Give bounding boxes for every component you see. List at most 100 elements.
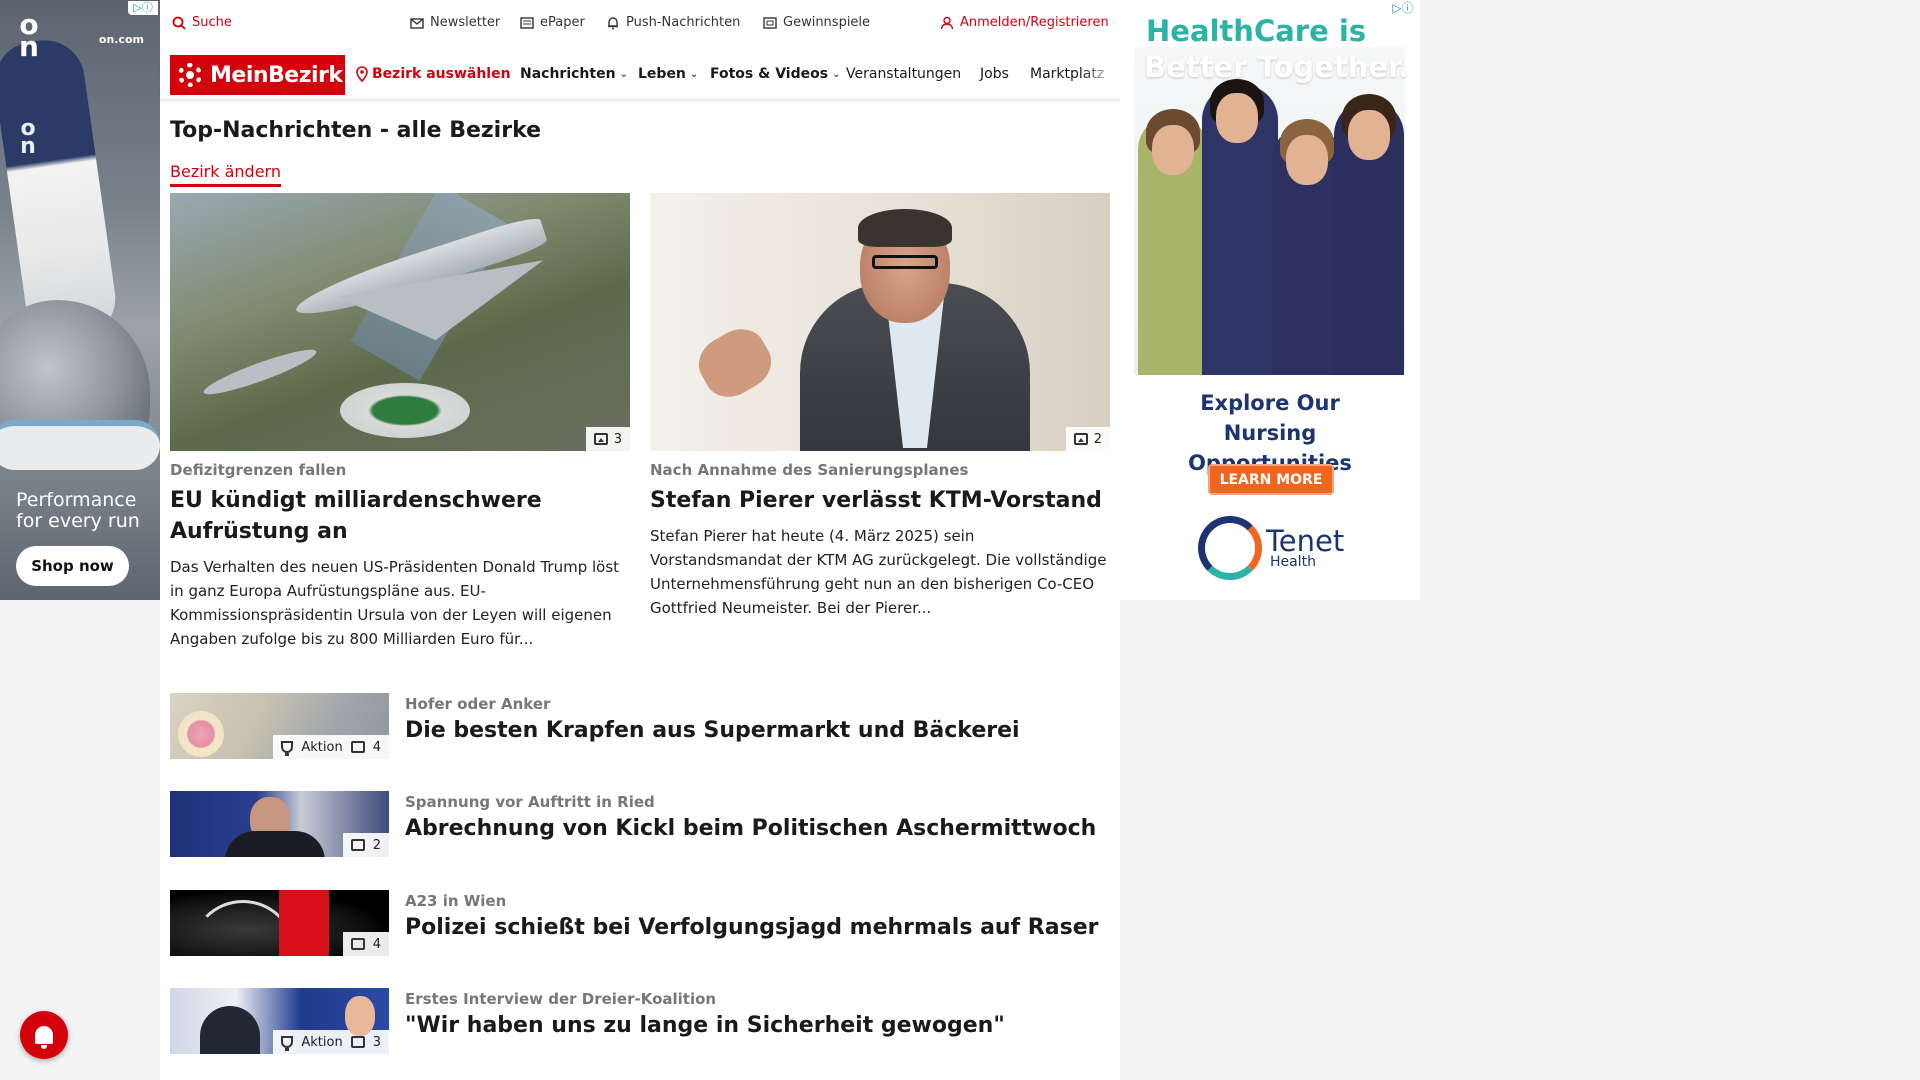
article-thumbnail[interactable]: 2 — [170, 791, 389, 857]
promo-badge: Aktion — [301, 739, 343, 755]
main-navigation: MeinBezirk Bezirk auswählen Nachrichten ⌄… — [160, 50, 1120, 100]
left-skyscraper-ad[interactable]: on on on.com ▷ⓘ Performance for every ru… — [0, 0, 160, 600]
main-content: Suche Newsletter ePaper Push-Nachrichten… — [160, 0, 1120, 1080]
gallery-icon — [350, 839, 365, 851]
list-article[interactable]: 2 Spannung vor Auftritt in Ried Abrechnu… — [170, 791, 1100, 857]
nurse-face — [1286, 135, 1328, 185]
contests-link[interactable]: Gewinnspiele — [763, 15, 870, 30]
nav-item-label: Jobs — [980, 66, 1009, 82]
article-image[interactable]: 3 — [170, 193, 630, 451]
list-article[interactable]: Aktion 3 Erstes Interview der Dreier-Koa… — [170, 988, 1100, 1054]
image-detail — [200, 343, 320, 401]
ad-choices-icon[interactable]: ▷ⓘ — [128, 1, 158, 15]
image-detail — [340, 383, 470, 438]
article-teaser: Stefan Pierer hat heute (4. März 2025) s… — [650, 527, 1107, 617]
tenet-brand-sub: Health — [1270, 554, 1316, 570]
nurse-face — [1216, 93, 1258, 143]
article-kicker: Nach Annahme des Sanierungsplanes — [650, 461, 969, 479]
ad-tagline: Performance for every run — [16, 489, 140, 532]
epaper-link[interactable]: ePaper — [520, 15, 585, 30]
article-thumbnail[interactable]: 4 — [170, 890, 389, 956]
article-title[interactable]: Die besten Krapfen aus Supermarkt und Bä… — [405, 718, 1020, 743]
nurse-figure — [1272, 119, 1342, 375]
nav-item-label: Nachrichten — [520, 66, 616, 82]
gallery-icon — [1073, 433, 1088, 445]
trophy-icon — [281, 1036, 294, 1051]
search-label: Suche — [192, 15, 232, 30]
image-count: 3 — [372, 1034, 381, 1050]
thumbnail-badges: 2 — [342, 833, 389, 857]
notification-bell-button[interactable] — [20, 1011, 68, 1059]
bell-icon — [35, 1026, 53, 1049]
article-headline[interactable]: EU kündigt milliardenschwere Aufrüstung … — [170, 485, 630, 547]
on-logo-icon: on — [19, 8, 39, 63]
article-kicker: Spannung vor Auftritt in Ried — [405, 793, 655, 811]
image-count: 2 — [1093, 431, 1102, 447]
bell-icon — [608, 16, 618, 29]
envelope-icon — [410, 17, 424, 29]
epaper-label: ePaper — [540, 15, 585, 30]
featured-article[interactable]: 3 Defizitgrenzen fallen EU kündigt milli… — [170, 193, 630, 651]
article-teaser: Das Verhalten des neuen US-Präsidenten D… — [170, 558, 620, 648]
image-detail — [872, 255, 938, 269]
nurse-figure — [1202, 79, 1278, 375]
select-district-button[interactable]: Bezirk auswählen — [356, 66, 511, 82]
article-kicker: Erstes Interview der Dreier-Koalition — [405, 990, 717, 1008]
right-rectangle-ad[interactable]: ▷ⓘ HealthCare is Better Together. Explor… — [1120, 0, 1420, 600]
ad-shoe-sole — [0, 420, 160, 470]
change-district-link[interactable]: Bezirk ändern — [170, 162, 281, 187]
gallery-icon — [350, 741, 365, 753]
featured-article[interactable]: 2 Nach Annahme des Sanierungsplanes Stef… — [650, 193, 1110, 620]
user-icon — [940, 16, 954, 29]
newsletter-label: Newsletter — [430, 15, 501, 30]
ad-choices-icon[interactable]: ▷ⓘ — [1388, 1, 1418, 15]
article-title[interactable]: Abrechnung von Kickl beim Politischen As… — [405, 816, 1096, 841]
tenet-brand-name: Tenet — [1266, 524, 1345, 558]
brand-logo[interactable]: MeinBezirk — [170, 55, 345, 95]
ad-runner-leg-image — [0, 35, 121, 345]
on-logo-small-icon: on — [20, 116, 36, 159]
nav-item-label: Fotos & Videos — [710, 66, 829, 82]
nav-item-jobs[interactable]: Jobs — [980, 66, 1009, 82]
nurse-figure — [1334, 94, 1404, 375]
nav-item-veranstaltungen[interactable]: Veranstaltungen — [846, 66, 961, 82]
nav-item-leben[interactable]: Leben ⌄ — [638, 66, 698, 82]
ad-domain: on.com — [98, 33, 144, 46]
nurse-face — [1348, 110, 1390, 160]
location-pin-icon — [356, 66, 368, 82]
list-article[interactable]: Aktion 4 Hofer oder Anker Die besten Kra… — [170, 693, 1100, 759]
login-link[interactable]: Anmelden/Registrieren — [940, 15, 1109, 30]
shop-now-button[interactable]: Shop now — [16, 546, 129, 586]
tenet-logo-icon — [1198, 516, 1262, 580]
list-article[interactable]: 4 A23 in Wien Polizei schießt bei Verfol… — [170, 890, 1100, 956]
article-title[interactable]: Polizei schießt bei Verfolgungsjagd mehr… — [405, 915, 1098, 940]
newsletter-link[interactable]: Newsletter — [410, 15, 500, 30]
gallery-icon — [350, 938, 365, 950]
nav-item-nachrichten[interactable]: Nachrichten ⌄ — [520, 66, 628, 82]
image-count: 4 — [372, 936, 381, 952]
article-kicker: Defizitgrenzen fallen — [170, 461, 347, 479]
push-notifications-link[interactable]: Push-Nachrichten — [606, 15, 740, 30]
select-district-label: Bezirk auswählen — [372, 66, 511, 82]
article-thumbnail[interactable]: Aktion 3 — [170, 988, 389, 1054]
newspaper-icon — [520, 16, 534, 29]
chevron-down-icon: ⌄ — [832, 68, 841, 80]
brand-flower-icon — [178, 63, 202, 87]
article-image[interactable]: 2 — [650, 193, 1110, 451]
gallery-icon — [350, 1036, 365, 1048]
promo-badge: Aktion — [301, 1034, 343, 1050]
article-headline[interactable]: Stefan Pierer verlässt KTM-Vorstand — [650, 485, 1110, 516]
image-count-badge: 2 — [1065, 427, 1110, 451]
learn-more-button[interactable]: LEARN MORE — [1208, 464, 1334, 495]
contests-label: Gewinnspiele — [783, 15, 871, 30]
image-detail — [689, 319, 781, 407]
article-title[interactable]: "Wir haben uns zu lange in Sicherheit ge… — [405, 1013, 1005, 1038]
gallery-icon — [593, 433, 608, 445]
image-detail — [858, 209, 952, 247]
nav-item-fotos-videos[interactable]: Fotos & Videos ⌄ — [710, 66, 840, 82]
login-label: Anmelden/Registrieren — [960, 15, 1109, 30]
article-thumbnail[interactable]: Aktion 4 — [170, 693, 389, 759]
push-label: Push-Nachrichten — [626, 15, 741, 30]
thumbnail-badges: Aktion 4 — [273, 735, 389, 759]
search-link[interactable]: Suche — [172, 15, 232, 30]
